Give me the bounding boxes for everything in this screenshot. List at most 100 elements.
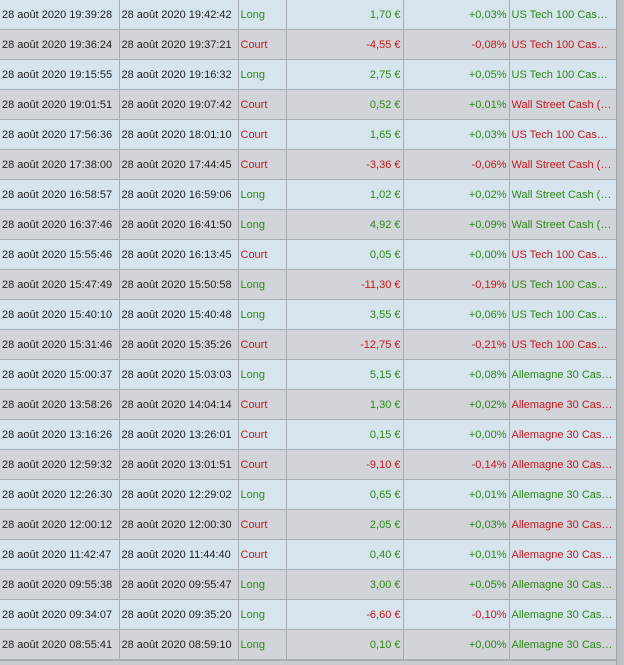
trade-row[interactable]: 28 août 2020 19:36:24 28 août 2020 19:37:…: [0, 29, 617, 60]
profit-loss-cell: 3,55 €: [286, 299, 404, 330]
close-time-cell: 28 août 2020 12:29:02: [119, 479, 239, 510]
direction-cell: Long: [238, 569, 287, 600]
direction-cell: Court: [238, 89, 287, 120]
profit-loss-cell: -6,60 €: [286, 599, 404, 630]
instrument-cell: Allemagne 30 Cash...: [509, 509, 617, 540]
instrument-cell: Allemagne 30 Cash...: [509, 629, 617, 660]
open-time-cell: 28 août 2020 16:58:57: [0, 179, 120, 210]
direction-cell: Court: [238, 149, 287, 180]
open-time-cell: 28 août 2020 15:55:46: [0, 239, 120, 270]
open-time-cell: 28 août 2020 15:00:37: [0, 359, 120, 390]
direction-cell: Court: [238, 539, 287, 570]
direction-cell: Long: [238, 599, 287, 630]
profit-loss-cell: 0,10 €: [286, 629, 404, 660]
open-time-cell: 28 août 2020 19:01:51: [0, 89, 120, 120]
trade-row[interactable]: 28 août 2020 08:55:41 28 août 2020 08:59:…: [0, 629, 617, 660]
trade-row[interactable]: 28 août 2020 13:16:26 28 août 2020 13:26:…: [0, 419, 617, 450]
trade-row[interactable]: 28 août 2020 15:00:37 28 août 2020 15:03:…: [0, 359, 617, 390]
open-time-cell: 28 août 2020 19:15:55: [0, 59, 120, 90]
open-time-cell: 28 août 2020 16:37:46: [0, 209, 120, 240]
direction-cell: Court: [238, 509, 287, 540]
profit-loss-cell: -12,75 €: [286, 329, 404, 360]
trade-row[interactable]: 28 août 2020 19:01:51 28 août 2020 19:07:…: [0, 89, 617, 120]
close-time-cell: 28 août 2020 19:07:42: [119, 89, 239, 120]
instrument-cell: US Tech 100 Cash ...: [509, 239, 617, 270]
trade-row[interactable]: 28 août 2020 09:34:07 28 août 2020 09:35:…: [0, 599, 617, 630]
direction-cell: Long: [238, 299, 287, 330]
profit-loss-cell: -4,55 €: [286, 29, 404, 60]
close-time-cell: 28 août 2020 18:01:10: [119, 119, 239, 150]
instrument-cell: Allemagne 30 Cash...: [509, 569, 617, 600]
open-time-cell: 28 août 2020 19:36:24: [0, 29, 120, 60]
open-time-cell: 28 août 2020 17:56:36: [0, 119, 120, 150]
direction-cell: Court: [238, 29, 287, 60]
profit-loss-cell: 0,65 €: [286, 479, 404, 510]
open-time-cell: 28 août 2020 17:38:00: [0, 149, 120, 180]
instrument-cell: Allemagne 30 Cash...: [509, 419, 617, 450]
instrument-cell: US Tech 100 Cash ...: [509, 0, 617, 30]
direction-cell: Long: [238, 269, 287, 300]
trade-row[interactable]: 28 août 2020 19:15:55 28 août 2020 19:16:…: [0, 59, 617, 90]
profit-loss-cell: 5,15 €: [286, 359, 404, 390]
trade-rows: 28 août 2020 19:39:28 28 août 2020 19:42:…: [0, 0, 617, 660]
percent-change-cell: +0,09%: [403, 209, 510, 240]
trade-row[interactable]: 28 août 2020 16:58:57 28 août 2020 16:59:…: [0, 179, 617, 210]
close-time-cell: 28 août 2020 15:35:26: [119, 329, 239, 360]
close-time-cell: 28 août 2020 19:42:42: [119, 0, 239, 30]
trade-row[interactable]: 28 août 2020 15:47:49 28 août 2020 15:50:…: [0, 269, 617, 300]
direction-cell: Long: [238, 179, 287, 210]
close-time-cell: 28 août 2020 13:01:51: [119, 449, 239, 480]
close-time-cell: 28 août 2020 16:13:45: [119, 239, 239, 270]
instrument-cell: US Tech 100 Cash ...: [509, 269, 617, 300]
open-time-cell: 28 août 2020 13:58:26: [0, 389, 120, 420]
percent-change-cell: -0,10%: [403, 599, 510, 630]
trade-row[interactable]: 28 août 2020 12:00:12 28 août 2020 12:00:…: [0, 509, 617, 540]
profit-loss-cell: 0,40 €: [286, 539, 404, 570]
close-time-cell: 28 août 2020 12:00:30: [119, 509, 239, 540]
trade-row[interactable]: 28 août 2020 11:42:47 28 août 2020 11:44:…: [0, 539, 617, 570]
profit-loss-cell: 0,15 €: [286, 419, 404, 450]
trade-row[interactable]: 28 août 2020 17:56:36 28 août 2020 18:01:…: [0, 119, 617, 150]
profit-loss-cell: -11,30 €: [286, 269, 404, 300]
open-time-cell: 28 août 2020 12:59:32: [0, 449, 120, 480]
profit-loss-cell: 1,65 €: [286, 119, 404, 150]
open-time-cell: 28 août 2020 11:42:47: [0, 539, 120, 570]
percent-change-cell: +0,00%: [403, 419, 510, 450]
percent-change-cell: +0,03%: [403, 509, 510, 540]
instrument-cell: Allemagne 30 Cash...: [509, 389, 617, 420]
instrument-cell: US Tech 100 Cash ...: [509, 299, 617, 330]
trade-row[interactable]: 28 août 2020 13:58:26 28 août 2020 14:04:…: [0, 389, 617, 420]
direction-cell: Long: [238, 629, 287, 660]
open-time-cell: 28 août 2020 09:34:07: [0, 599, 120, 630]
profit-loss-cell: 0,52 €: [286, 89, 404, 120]
direction-cell: Court: [238, 419, 287, 450]
profit-loss-cell: 1,30 €: [286, 389, 404, 420]
direction-cell: Long: [238, 359, 287, 390]
close-time-cell: 28 août 2020 15:03:03: [119, 359, 239, 390]
profit-loss-cell: 4,92 €: [286, 209, 404, 240]
direction-cell: Court: [238, 449, 287, 480]
trade-row[interactable]: 28 août 2020 19:39:28 28 août 2020 19:42:…: [0, 0, 617, 30]
instrument-cell: Wall Street Cash (1...: [509, 179, 617, 210]
trade-row[interactable]: 28 août 2020 17:38:00 28 août 2020 17:44:…: [0, 149, 617, 180]
direction-cell: Court: [238, 329, 287, 360]
direction-cell: Long: [238, 479, 287, 510]
close-time-cell: 28 août 2020 17:44:45: [119, 149, 239, 180]
open-time-cell: 28 août 2020 13:16:26: [0, 419, 120, 450]
open-time-cell: 28 août 2020 09:55:38: [0, 569, 120, 600]
trade-row[interactable]: 28 août 2020 15:31:46 28 août 2020 15:35:…: [0, 329, 617, 360]
profit-loss-cell: 2,75 €: [286, 59, 404, 90]
trade-row[interactable]: 28 août 2020 09:55:38 28 août 2020 09:55:…: [0, 569, 617, 600]
vertical-scrollbar[interactable]: [616, 0, 624, 665]
trade-row[interactable]: 28 août 2020 16:37:46 28 août 2020 16:41:…: [0, 209, 617, 240]
close-time-cell: 28 août 2020 16:41:50: [119, 209, 239, 240]
percent-change-cell: +0,01%: [403, 89, 510, 120]
open-time-cell: 28 août 2020 12:26:30: [0, 479, 120, 510]
instrument-cell: Wall Street Cash (1...: [509, 149, 617, 180]
trade-row[interactable]: 28 août 2020 12:26:30 28 août 2020 12:29:…: [0, 479, 617, 510]
instrument-cell: Wall Street Cash (1...: [509, 209, 617, 240]
trade-row[interactable]: 28 août 2020 15:55:46 28 août 2020 16:13:…: [0, 239, 617, 270]
trade-row[interactable]: 28 août 2020 15:40:10 28 août 2020 15:40:…: [0, 299, 617, 330]
table-bottom-edge: [0, 660, 616, 665]
trade-row[interactable]: 28 août 2020 12:59:32 28 août 2020 13:01:…: [0, 449, 617, 480]
